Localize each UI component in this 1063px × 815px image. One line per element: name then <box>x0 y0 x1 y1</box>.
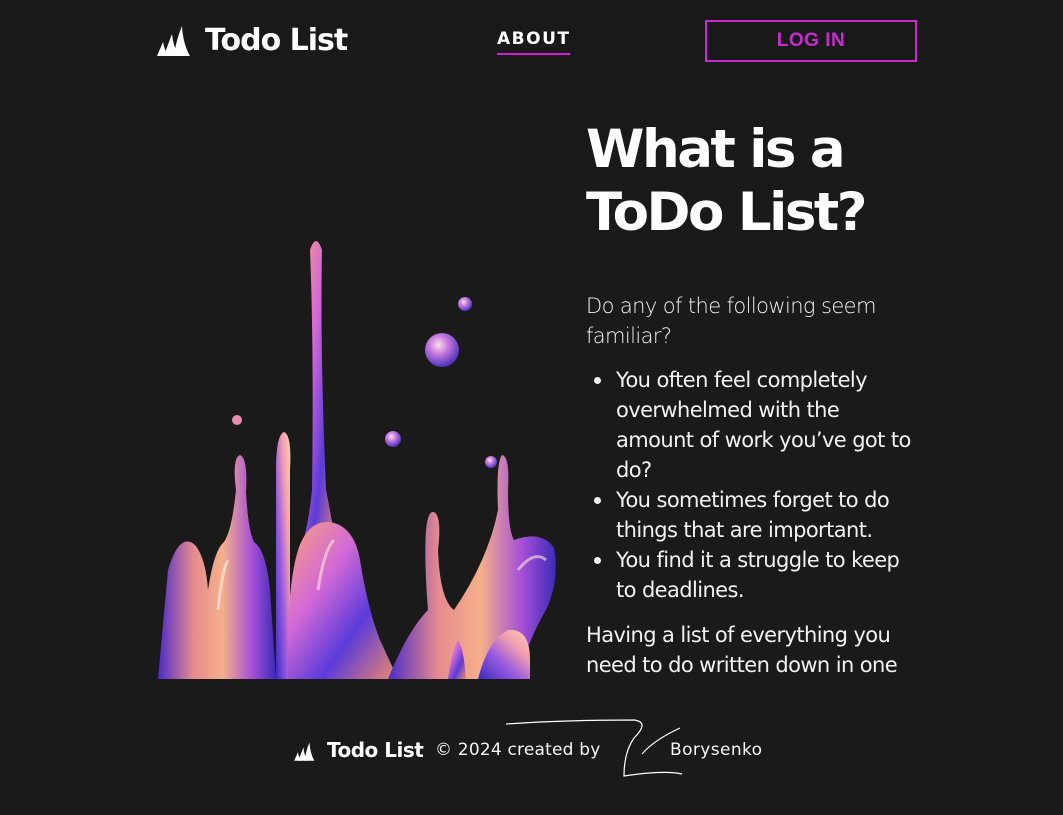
list-item-text: You often feel completely overwhelmed wi… <box>616 368 911 482</box>
title-line-1: What is a <box>586 119 846 180</box>
todo-list-logo-icon <box>293 740 315 766</box>
symptom-list: You often feel completely overwhelmed wi… <box>586 365 916 605</box>
brand-name: Todo List <box>205 22 348 58</box>
footer-author: Borysenko <box>670 740 763 760</box>
list-item: You find it a struggle to keep to deadli… <box>594 545 916 605</box>
list-item: You often feel completely overwhelmed wi… <box>594 365 916 485</box>
page: Todo List ABOUT LOG IN What is a ToDo Li… <box>0 0 1063 815</box>
footer-brand: Todo List <box>327 738 424 762</box>
intro-paragraph: Do any of the following seem familiar? <box>586 294 876 348</box>
bullet-dot-icon <box>594 497 601 504</box>
nav-about-link[interactable]: ABOUT <box>497 29 571 55</box>
hero-liquid-illustration <box>158 230 558 679</box>
todo-list-logo-icon <box>155 22 191 58</box>
signature-scribble-icon <box>504 718 684 784</box>
title-line-2: ToDo List? <box>586 182 867 243</box>
list-item: You sometimes forget to do things that a… <box>594 485 916 545</box>
about-content: What is a ToDo List? Do any of the follo… <box>586 118 916 679</box>
brand-logo-link[interactable]: Todo List <box>155 20 348 60</box>
page-title: What is a ToDo List? <box>586 118 916 244</box>
outro-paragraph: Having a list of everything you need to … <box>586 623 898 677</box>
footer: Todo List © 2024 created by Borysenko <box>293 718 793 780</box>
bullet-dot-icon <box>594 557 601 564</box>
list-item-text: You find it a struggle to keep to deadli… <box>616 548 900 602</box>
bullet-dot-icon <box>594 377 601 384</box>
list-item-text: You sometimes forget to do things that a… <box>616 488 890 542</box>
login-button[interactable]: LOG IN <box>705 20 917 62</box>
